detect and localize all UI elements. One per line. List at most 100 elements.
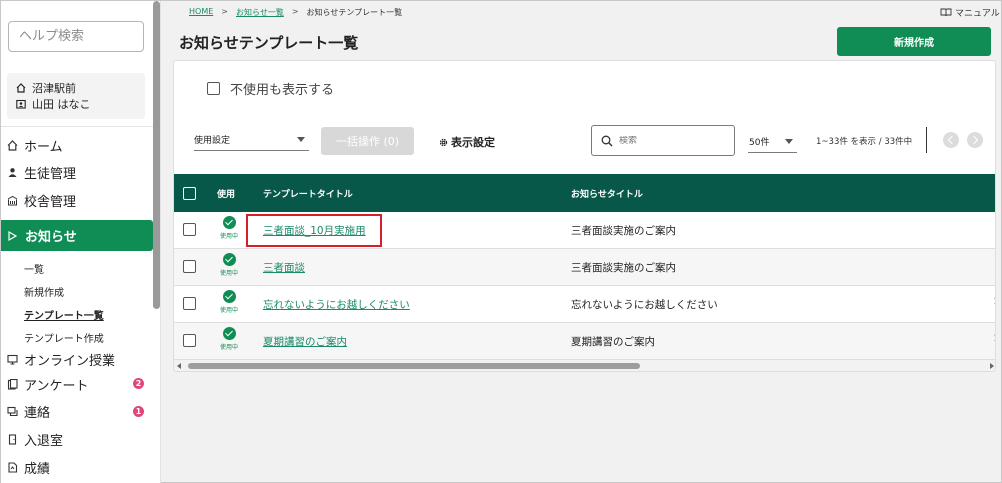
nav-item-home[interactable]: ホーム	[1, 134, 153, 156]
school-name: 沼津駅前	[32, 82, 76, 95]
survey-badge: 2	[133, 378, 144, 389]
check-circle-icon	[222, 327, 236, 340]
page-title: お知らせテンプレート一覧	[179, 34, 359, 52]
template-table: 使用 テンプレートタイトル お知らせタイトル 使用中 三者面談_10月実施用 三…	[174, 174, 995, 360]
sidebar: 沼津駅前 山田 はなこ ホーム 生徒管理 校舎管理 お知らせ 一覧 新規作成 テ…	[1, 1, 161, 483]
breadcrumb-home[interactable]: HOME	[189, 7, 213, 18]
prev-page-button[interactable]	[943, 132, 959, 148]
subnav-template-list[interactable]: テンプレート一覧	[24, 307, 104, 322]
send-icon	[8, 230, 17, 241]
table-row: 使用中 夏期講習のご案内 夏期講習のご案内 1	[174, 323, 995, 360]
search-field[interactable]	[591, 125, 735, 156]
per-page-value: 50件	[749, 138, 770, 148]
next-page-button[interactable]	[967, 132, 983, 148]
row-checkbox[interactable]	[183, 334, 196, 347]
nav-item-school[interactable]: 校舎管理	[1, 189, 153, 211]
monitor-icon	[7, 354, 18, 365]
template-link[interactable]: 忘れないようにお越しください	[263, 297, 410, 312]
home-icon	[7, 139, 18, 151]
nav-label: 校舎管理	[24, 194, 77, 210]
door-icon	[8, 433, 17, 445]
nav-label: 入退室	[24, 433, 64, 449]
usage-select-label: 使用設定	[194, 136, 231, 146]
status-badge: 使用中	[215, 253, 243, 277]
user-badge-icon	[16, 99, 26, 109]
cut-off-cell: 1	[993, 334, 995, 344]
subnav-list[interactable]: 一覧	[24, 261, 44, 276]
nav-item-attendance[interactable]: 入退室	[1, 428, 153, 450]
search-input[interactable]	[619, 135, 719, 146]
row-checkbox[interactable]	[183, 223, 196, 236]
chat-icon	[7, 406, 18, 416]
table-row: 使用中 忘れないようにお越しください 忘れないようにお越しください 1	[174, 286, 995, 323]
nav-label: 生徒管理	[24, 166, 77, 182]
building-icon	[7, 195, 18, 205]
nav-label: 連絡	[24, 405, 51, 421]
status-badge: 使用中	[215, 216, 243, 240]
help-search-input[interactable]	[8, 21, 144, 52]
survey-icon	[7, 378, 18, 390]
notice-title: 三者面談実施のご案内	[571, 225, 676, 237]
chevron-down-icon	[297, 137, 305, 142]
user-name: 山田 はなこ	[32, 98, 91, 111]
nav-label: ホーム	[24, 139, 63, 155]
status-badge: 使用中	[215, 290, 243, 314]
bulk-action-button[interactable]: 一括操作 (0)	[321, 127, 414, 155]
breadcrumb-notices[interactable]: お知らせ一覧	[236, 7, 284, 18]
user-line: 山田 はなこ	[16, 96, 145, 112]
sidebar-scrollbar[interactable]	[153, 1, 160, 309]
result-count: 1~33件 を表示 / 33件中	[816, 137, 913, 147]
table-row: 使用中 三者面談 三者面談実施のご案内	[174, 249, 995, 286]
table-header: 使用 テンプレートタイトル お知らせタイトル	[174, 174, 995, 212]
nav-item-survey[interactable]: アンケート	[1, 373, 153, 395]
manual-label: マニュアル	[955, 9, 1000, 19]
show-unused-checkbox[interactable]: 不使用も表示する	[207, 79, 334, 98]
nav-label: 成績	[24, 461, 51, 477]
per-page-select[interactable]: 50件	[748, 131, 797, 153]
nav-item-online-class[interactable]: オンライン授業	[1, 348, 153, 370]
row-checkbox[interactable]	[183, 260, 196, 273]
new-button[interactable]: 新規作成	[837, 27, 991, 56]
template-link[interactable]: 三者面談	[263, 260, 305, 275]
school-line: 沼津駅前	[16, 80, 145, 96]
scroll-left-icon[interactable]	[177, 363, 181, 369]
home-icon	[16, 83, 26, 93]
search-icon	[601, 135, 613, 146]
nav-item-notices[interactable]: お知らせ	[1, 220, 153, 251]
select-all-checkbox[interactable]	[183, 187, 196, 200]
gear-icon	[439, 138, 448, 146]
show-unused-label: 不使用も表示する	[230, 83, 335, 98]
sidebar-divider	[1, 126, 153, 127]
display-settings-button[interactable]: 表示設定	[438, 134, 495, 150]
book-icon	[940, 8, 952, 17]
grades-icon	[8, 461, 18, 473]
template-link[interactable]: 夏期講習のご案内	[263, 334, 347, 349]
checkbox[interactable]	[207, 82, 220, 95]
scroll-thumb[interactable]	[188, 363, 640, 369]
header-usage: 使用	[217, 190, 236, 200]
nav-item-students[interactable]: 生徒管理	[1, 161, 153, 183]
horizontal-scrollbar[interactable]	[174, 360, 995, 371]
manual-link[interactable]: マニュアル	[940, 6, 1000, 19]
chevron-down-icon	[785, 139, 793, 144]
nav-item-grades[interactable]: 成績	[1, 456, 153, 478]
display-settings-label: 表示設定	[451, 136, 495, 149]
check-circle-icon	[222, 290, 236, 303]
cut-off-cell: 1	[993, 297, 995, 307]
notice-title: 三者面談実施のご案内	[571, 262, 676, 274]
nav-label: アンケート	[24, 378, 89, 394]
usage-setting-select[interactable]: 使用設定	[194, 129, 309, 151]
check-circle-icon	[222, 253, 236, 266]
notice-title: 忘れないようにお越しください	[571, 299, 718, 311]
nav-label: お知らせ	[25, 230, 77, 245]
notice-title: 夏期講習のご案内	[571, 336, 655, 348]
row-checkbox[interactable]	[183, 297, 196, 310]
highlight-box	[246, 214, 382, 247]
nav-item-contact[interactable]: 連絡	[1, 400, 153, 422]
scroll-right-icon[interactable]	[990, 363, 994, 369]
breadcrumb: HOME > お知らせ一覧 > お知らせテンプレート一覧	[189, 7, 403, 18]
breadcrumb-current: お知らせテンプレート一覧	[306, 8, 403, 17]
school-user-box: 沼津駅前 山田 はなこ	[7, 73, 145, 119]
subnav-new[interactable]: 新規作成	[24, 284, 64, 299]
subnav-template-create[interactable]: テンプレート作成	[24, 330, 104, 345]
